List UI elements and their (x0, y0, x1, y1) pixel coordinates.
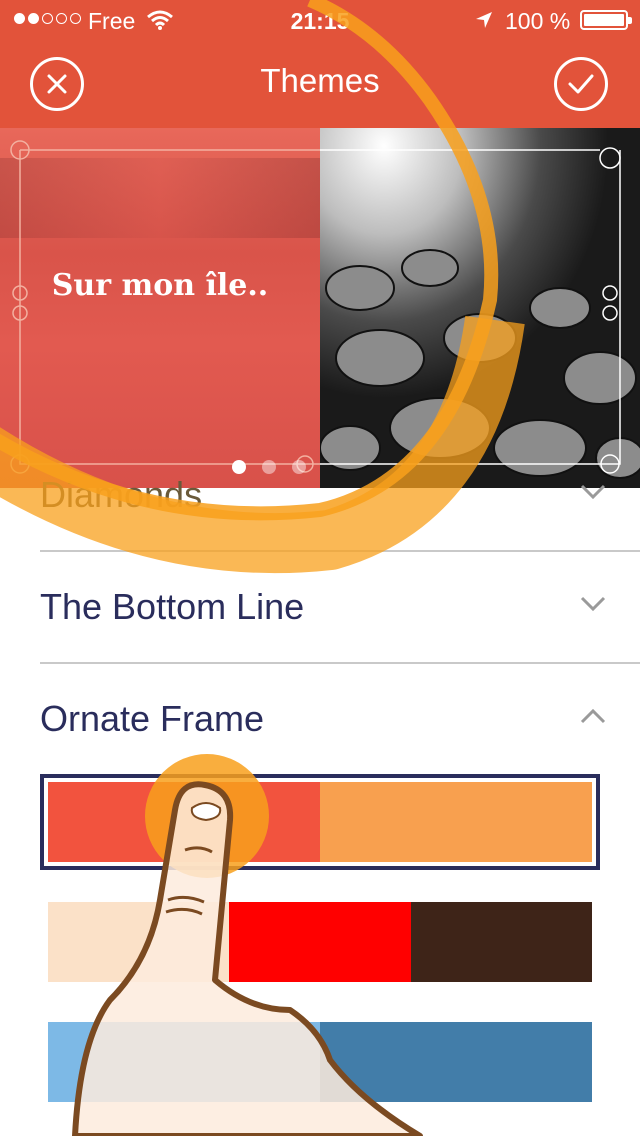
theme-label: The Bottom Line (40, 586, 305, 627)
theme-item-the-bottom-line[interactable]: The Bottom Line (40, 552, 640, 664)
color-swatch (48, 782, 320, 862)
theme-item-ornate-frame[interactable]: Ornate Frame (40, 664, 640, 776)
theme-label: Ornate Frame (40, 698, 265, 739)
preview-background: Sur mon île.. (0, 128, 320, 488)
battery-percentage: 100 % (505, 8, 571, 34)
color-swatch (320, 782, 592, 862)
chevron-up-icon (580, 708, 606, 724)
confirm-button[interactable] (554, 57, 608, 111)
color-swatch (48, 1022, 320, 1102)
checkmark-icon (568, 74, 594, 94)
color-palette-option[interactable] (48, 902, 592, 982)
status-bar: Free 21:15 100 % (0, 0, 640, 40)
color-swatch (229, 902, 411, 982)
page-title: Themes (260, 62, 380, 99)
chevron-down-icon (580, 484, 606, 500)
color-palette-option[interactable] (48, 782, 592, 862)
ornate-frame-graphic (10, 140, 320, 474)
color-swatch (320, 1022, 592, 1102)
navigation-bar: Themes (0, 40, 640, 128)
location-arrow-icon (476, 12, 492, 28)
color-swatch (48, 902, 230, 982)
chevron-down-icon (580, 596, 606, 612)
battery-icon (580, 10, 632, 30)
theme-label: Diamonds (40, 474, 203, 515)
theme-item-diamonds[interactable]: Diamonds (40, 440, 640, 552)
color-palette-option[interactable] (48, 1022, 592, 1102)
theme-preview[interactable]: Sur mon île.. (0, 128, 640, 488)
preview-caption: Sur mon île.. (51, 268, 269, 303)
rocks-photo (320, 128, 640, 488)
color-swatch (410, 902, 592, 982)
preview-photo (320, 128, 640, 488)
